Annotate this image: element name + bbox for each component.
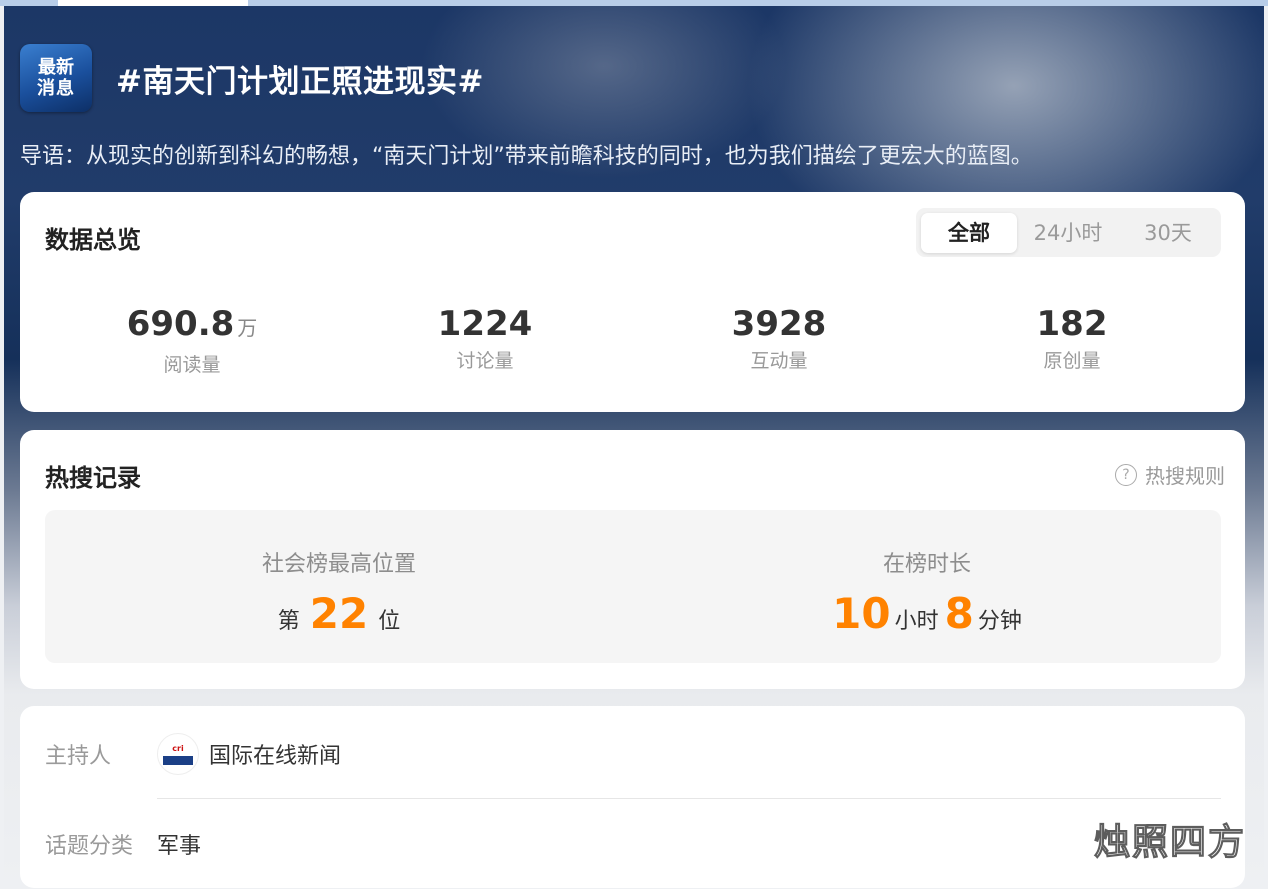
- time-range-tabs: 全部 24小时 30天: [916, 208, 1221, 257]
- stat-interactions-value: 3928: [731, 304, 827, 344]
- logo-line2: 消息: [37, 78, 75, 99]
- host-avatar[interactable]: cri: [157, 733, 199, 775]
- hot-search-rules-label: 热搜规则: [1145, 464, 1225, 488]
- stat-interactions-label: 互动量: [750, 350, 808, 372]
- stat-reads-unit: 万: [237, 316, 258, 340]
- stat-discussions-value: 1224: [437, 304, 533, 344]
- host-label: 主持人: [45, 744, 112, 769]
- category-row: 话题分类 军事: [45, 828, 201, 860]
- tab-24h[interactable]: 24小时: [1020, 213, 1116, 253]
- duration-hours-unit: 小时: [894, 609, 939, 634]
- hot-search-stats: 社会榜最高位置 第 22 位 在榜时长 10 小时 8 分钟: [45, 510, 1221, 663]
- hot-search-title: 热搜记录: [45, 464, 141, 492]
- watermark-text: 烛照四方: [1093, 822, 1246, 864]
- host-row: 主持人 cri 国际在线新闻: [45, 733, 341, 775]
- logo-line1: 最新: [38, 57, 74, 78]
- rank-suffix: 位: [378, 609, 401, 634]
- duration-hours: 10: [832, 589, 891, 638]
- rank-prefix: 第: [277, 609, 300, 634]
- stat-reads: 690.8 万 阅读量: [92, 304, 292, 377]
- topic-info-card: 主持人 cri 国际在线新闻 话题分类 军事: [20, 706, 1245, 888]
- hot-search-card: 热搜记录 ? 热搜规则 社会榜最高位置 第 22 位 在榜时长 10 小时 8 …: [20, 430, 1245, 689]
- question-icon: ?: [1115, 463, 1137, 486]
- duration-minutes-unit: 分钟: [977, 609, 1022, 634]
- data-overview-card: 数据总览 全部 24小时 30天 690.8 万 阅读量 1224 讨论量 392…: [20, 192, 1245, 412]
- time-on-list: 在榜时长 10 小时 8 分钟: [633, 546, 1221, 636]
- overview-title: 数据总览: [45, 226, 141, 254]
- duration-minutes: 8: [944, 589, 974, 638]
- highest-rank-label: 社会榜最高位置: [261, 552, 416, 577]
- stat-reads-value: 690.8: [126, 304, 235, 344]
- stat-reads-label: 阅读量: [163, 354, 221, 376]
- stat-discussions: 1224 讨论量: [385, 304, 585, 373]
- rank-value: 22: [309, 589, 369, 638]
- topic-intro: 导语：从现实的创新到科幻的畅想，“南天门计划”带来前瞻科技的同时，也为我们描绘了…: [20, 144, 1033, 169]
- topic-title: #南天门计划正照进现实#: [116, 64, 484, 100]
- stat-discussions-label: 讨论量: [456, 350, 514, 372]
- stat-interactions: 3928 互动量: [679, 304, 879, 373]
- host-name[interactable]: 国际在线新闻: [209, 738, 341, 770]
- time-on-list-label: 在榜时长: [882, 552, 971, 577]
- stat-originals: 182 原创量: [972, 304, 1172, 373]
- highest-rank: 社会榜最高位置 第 22 位: [45, 546, 633, 636]
- tab-all[interactable]: 全部: [921, 213, 1017, 253]
- cri-logo-bar: [163, 755, 193, 765]
- category-label: 话题分类: [45, 834, 134, 859]
- topic-logo: 最新 消息: [20, 44, 92, 112]
- stat-originals-value: 182: [1036, 304, 1108, 344]
- stat-originals-label: 原创量: [1043, 350, 1101, 372]
- info-divider: [157, 798, 1221, 799]
- category-value[interactable]: 军事: [157, 828, 201, 860]
- hot-search-rules-link[interactable]: ? 热搜规则: [1115, 460, 1225, 489]
- cri-logo-icon: cri: [172, 743, 184, 753]
- tab-30d[interactable]: 30天: [1120, 213, 1216, 253]
